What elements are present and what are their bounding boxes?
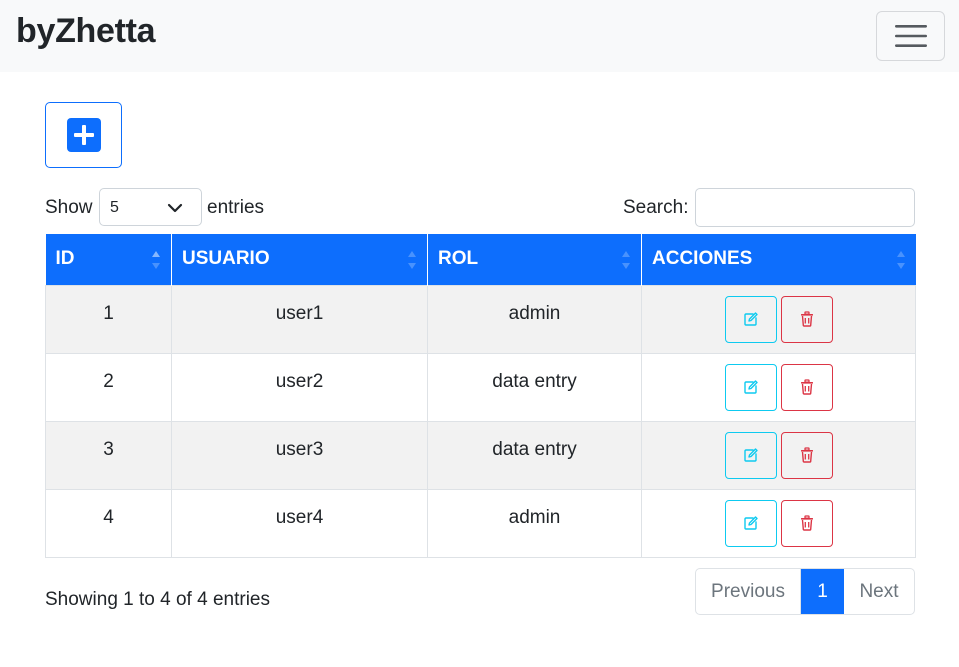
cell-usuario: user2 xyxy=(171,352,428,422)
column-header-label: USUARIO xyxy=(182,248,270,270)
cell-usuario: user4 xyxy=(171,488,428,558)
edit-button[interactable] xyxy=(724,431,777,479)
trash-icon xyxy=(799,515,815,531)
sort-icon xyxy=(896,251,905,269)
users-table: ID USUARIO ROL ACCIONES 1 user1 admin 2 … xyxy=(45,234,916,558)
cell-usuario: user1 xyxy=(171,284,428,354)
edit-button[interactable] xyxy=(724,295,777,343)
search-input[interactable] xyxy=(695,188,915,227)
brand-title[interactable]: byZhetta xyxy=(16,12,156,51)
cell-rol: admin xyxy=(427,284,642,354)
table-header-row: ID USUARIO ROL ACCIONES xyxy=(45,234,916,285)
delete-button[interactable] xyxy=(780,431,833,479)
edit-button[interactable] xyxy=(724,499,777,547)
sort-icon xyxy=(408,251,416,269)
cell-rol: data entry xyxy=(427,420,642,490)
sort-icon xyxy=(152,251,160,269)
pagination: Previous 1 Next xyxy=(695,568,915,615)
column-header-label: ACCIONES xyxy=(652,248,753,270)
column-header-rol[interactable]: ROL xyxy=(427,234,642,285)
previous-page-button[interactable]: Previous xyxy=(696,569,801,614)
column-header-usuario[interactable]: USUARIO xyxy=(171,234,428,285)
cell-usuario: user3 xyxy=(171,420,428,490)
menu-icon xyxy=(894,25,927,47)
show-label: Show xyxy=(45,197,93,218)
table-row: 2 user2 data entry xyxy=(45,352,916,422)
plus-square-icon xyxy=(66,118,101,152)
table-body: 1 user1 admin 2 user2 data entry 3 user3 data en… xyxy=(45,284,916,558)
cell-id: 2 xyxy=(45,352,172,422)
column-header-label: ID xyxy=(55,248,75,270)
edit-button[interactable] xyxy=(724,363,777,411)
cell-rol: data entry xyxy=(427,352,642,422)
table-info: Showing 1 to 4 of 4 entries xyxy=(45,589,270,610)
cell-id: 1 xyxy=(45,284,172,354)
add-user-button[interactable] xyxy=(45,102,122,168)
edit-icon xyxy=(743,515,759,531)
edit-icon xyxy=(743,311,759,327)
cell-rol: admin xyxy=(427,488,642,558)
sort-icon xyxy=(622,251,630,269)
trash-icon xyxy=(799,447,815,463)
cell-acciones xyxy=(641,488,916,558)
column-header-acciones[interactable]: ACCIONES xyxy=(641,234,916,285)
delete-button[interactable] xyxy=(780,295,833,343)
table-row: 1 user1 admin xyxy=(45,284,916,354)
cell-id: 4 xyxy=(45,488,172,558)
next-page-button[interactable]: Next xyxy=(844,569,914,614)
entries-label: entries xyxy=(207,197,265,218)
trash-icon xyxy=(799,311,815,327)
entries-select-value: 5 xyxy=(110,199,119,216)
column-header-id[interactable]: ID xyxy=(45,234,172,285)
page-1-button[interactable]: 1 xyxy=(801,569,844,614)
navbar-toggler-button[interactable] xyxy=(876,11,945,61)
delete-button[interactable] xyxy=(780,363,833,411)
cell-acciones xyxy=(641,352,916,422)
navbar: byZhetta xyxy=(0,0,959,72)
delete-button[interactable] xyxy=(780,499,833,547)
edit-icon xyxy=(743,379,759,395)
search-label: Search: xyxy=(623,197,689,218)
trash-icon xyxy=(799,379,815,395)
cell-acciones xyxy=(641,284,916,354)
table-row: 4 user4 admin xyxy=(45,488,916,558)
column-header-label: ROL xyxy=(438,248,479,270)
cell-id: 3 xyxy=(45,420,172,490)
table-row: 3 user3 data entry xyxy=(45,420,916,490)
cell-acciones xyxy=(641,420,916,490)
edit-icon xyxy=(743,447,759,463)
chevron-down-icon xyxy=(167,203,183,213)
entries-per-page-select[interactable]: 5 xyxy=(99,188,202,226)
